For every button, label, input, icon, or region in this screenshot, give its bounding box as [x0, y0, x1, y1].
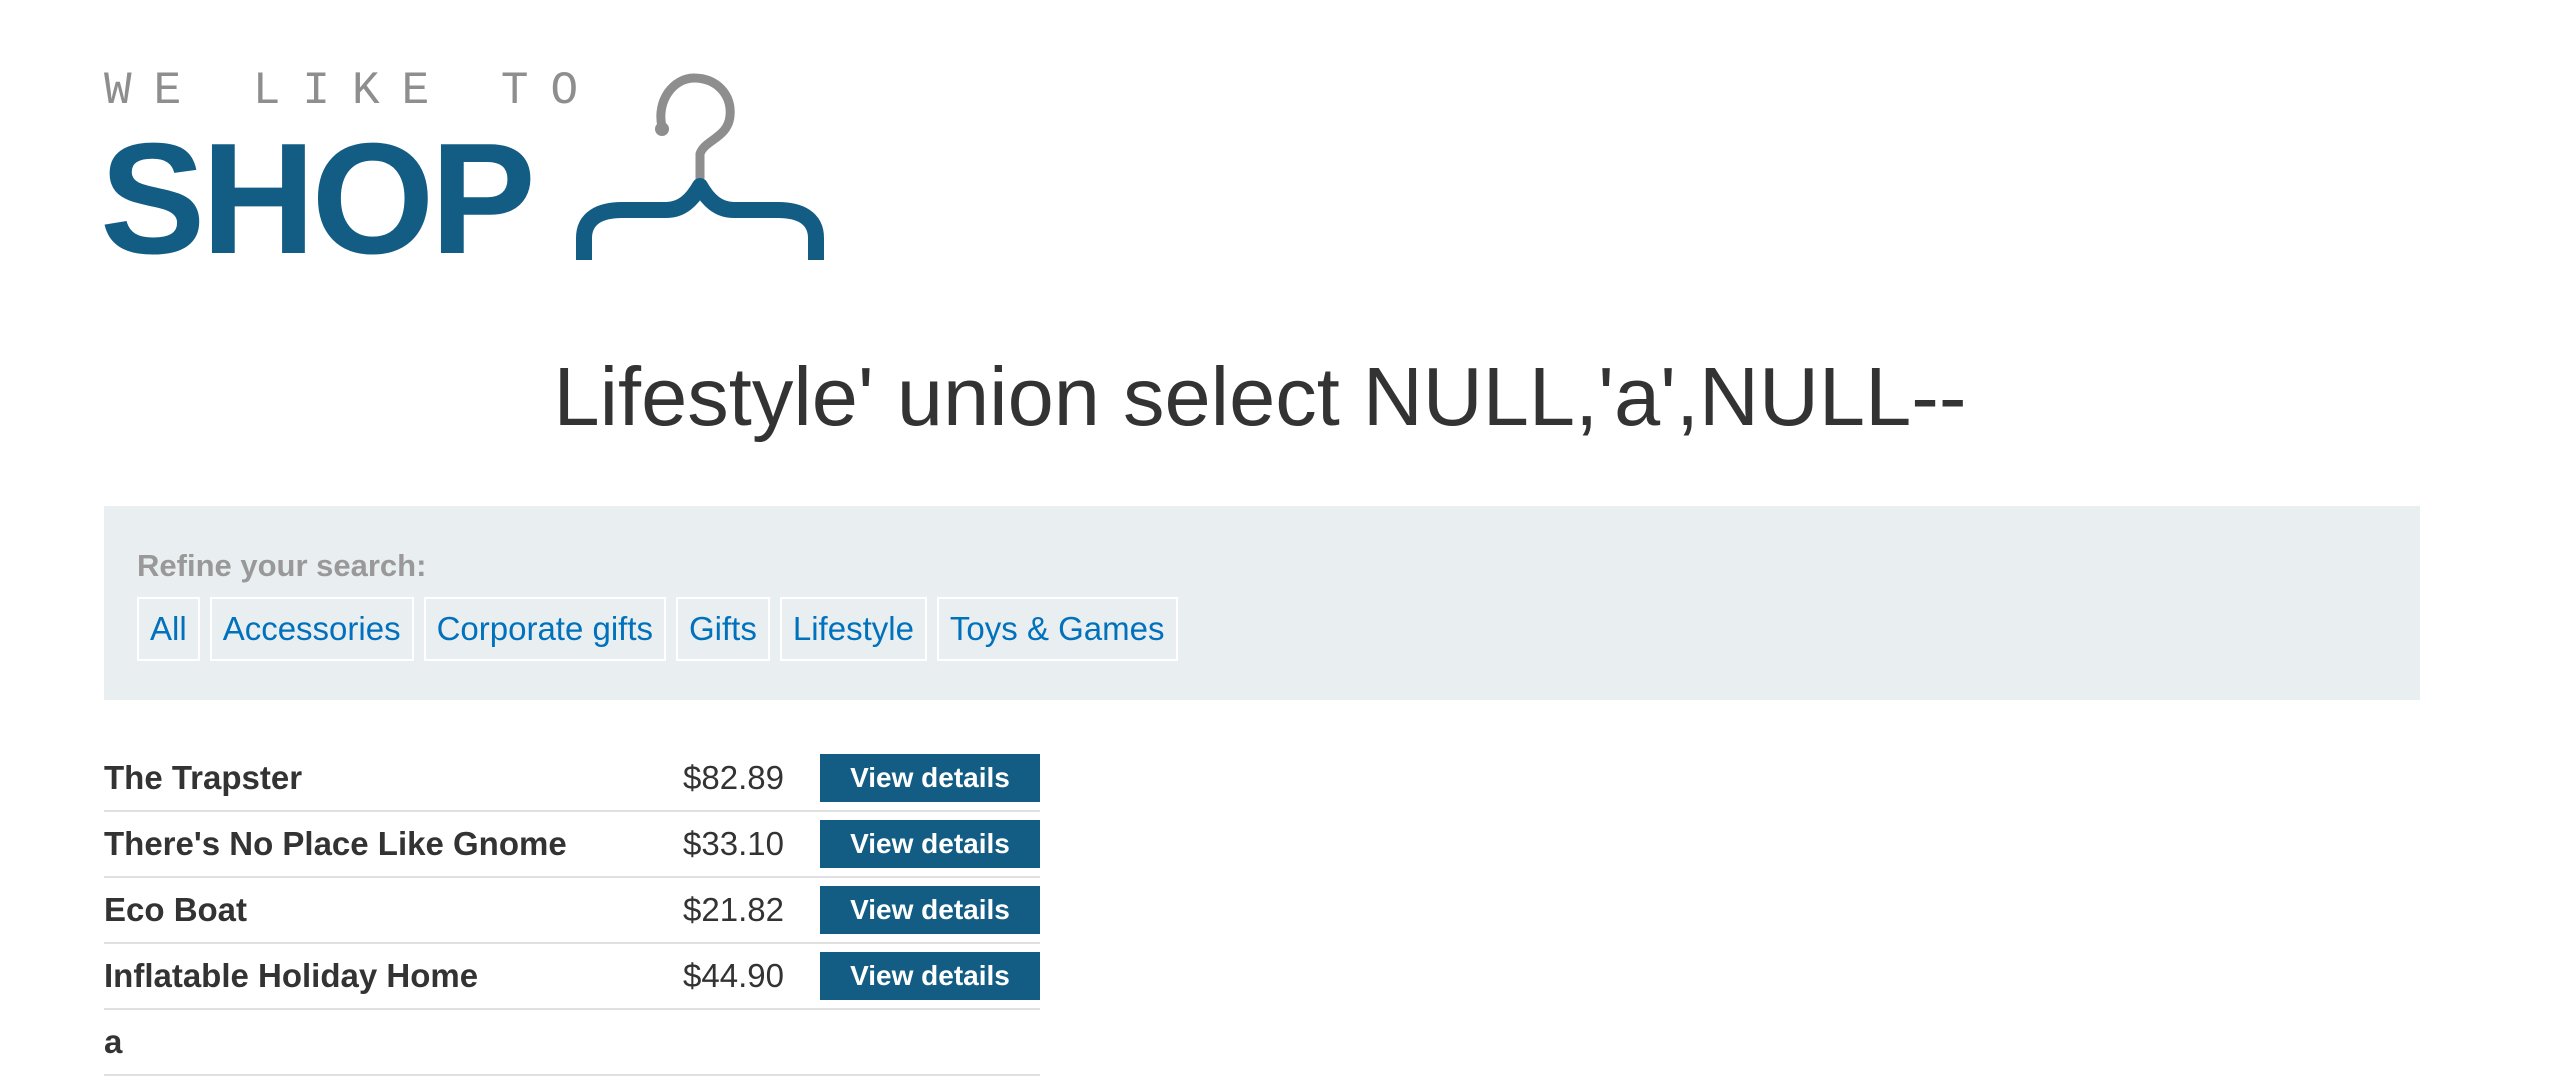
logo-brand: SHOP — [100, 111, 536, 287]
product-table: The Trapster $82.89 View details There's… — [104, 746, 1040, 1076]
view-details-button[interactable]: View details — [819, 754, 1040, 802]
page: WE LIKE TO SHOP Lifestyle' union select … — [0, 0, 2569, 1089]
site-logo[interactable]: WE LIKE TO SHOP — [100, 60, 824, 278]
table-row: Eco Boat $21.82 View details — [104, 877, 1040, 944]
filter-link-corporate-gifts[interactable]: Corporate gifts — [423, 597, 667, 661]
product-action-cell: View details — [819, 877, 1040, 944]
page-title: Lifestyle' union select NULL,'a',NULL-- — [553, 350, 1967, 443]
product-name: Eco Boat — [104, 877, 650, 944]
product-name: The Trapster — [104, 746, 650, 812]
filter-link-gifts[interactable]: Gifts — [676, 597, 770, 661]
table-row: Inflatable Holiday Home $44.90 View deta… — [104, 943, 1040, 1010]
product-action-cell: View details — [819, 746, 1040, 812]
view-details-button[interactable]: View details — [819, 820, 1040, 868]
product-name: Inflatable Holiday Home — [104, 943, 650, 1010]
product-action-cell: View details — [819, 811, 1040, 878]
table-row: a — [104, 1009, 1040, 1076]
product-action-cell — [819, 1009, 1040, 1076]
table-row: There's No Place Like Gnome $33.10 View … — [104, 811, 1040, 878]
filter-link-lifestyle[interactable]: Lifestyle — [779, 597, 927, 661]
product-price — [649, 1009, 820, 1076]
product-name: There's No Place Like Gnome — [104, 811, 650, 878]
logo-tagline: WE LIKE TO — [104, 65, 601, 117]
filter-list: All Accessories Corporate gifts Gifts Li… — [137, 597, 1178, 661]
product-price: $44.90 — [649, 943, 820, 1010]
filter-link-accessories[interactable]: Accessories — [209, 597, 414, 661]
product-action-cell: View details — [819, 943, 1040, 1010]
filter-panel: Refine your search: All Accessories Corp… — [104, 506, 2420, 700]
product-price: $21.82 — [649, 877, 820, 944]
hanger-icon — [576, 73, 824, 260]
product-price: $82.89 — [649, 746, 820, 812]
product-name: a — [104, 1009, 650, 1076]
view-details-button[interactable]: View details — [819, 952, 1040, 1000]
filter-label: Refine your search: — [137, 548, 427, 583]
filter-link-all[interactable]: All — [137, 597, 200, 661]
filter-link-toys-games[interactable]: Toys & Games — [936, 597, 1178, 661]
product-price: $33.10 — [649, 811, 820, 878]
table-row: The Trapster $82.89 View details — [104, 746, 1040, 812]
view-details-button[interactable]: View details — [819, 886, 1040, 934]
